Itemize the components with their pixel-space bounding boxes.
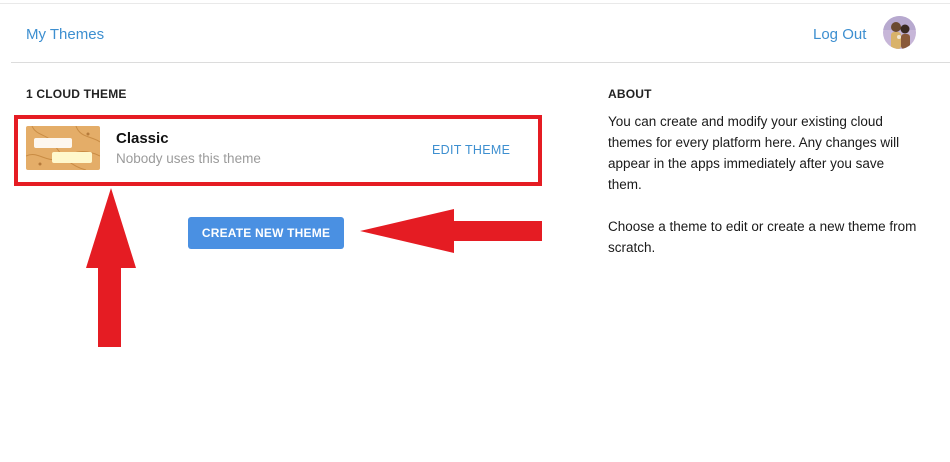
cloud-themes-title: 1 CLOUD THEME: [26, 87, 127, 101]
left-arrow-icon: [360, 209, 542, 253]
create-new-theme-button[interactable]: CREATE NEW THEME: [188, 217, 344, 249]
up-arrow-icon: [86, 188, 136, 347]
page: My Themes Log Out 1 CLOUD THEME ABOUT Cl…: [0, 0, 950, 462]
header: My Themes Log Out: [11, 4, 950, 63]
my-themes-link[interactable]: My Themes: [26, 26, 104, 43]
about-paragraph: Choose a theme to edit or create a new t…: [608, 219, 917, 255]
about-text: You can create and modify your existing …: [608, 111, 918, 258]
logout-link[interactable]: Log Out: [813, 26, 866, 43]
about-title: ABOUT: [608, 87, 652, 101]
avatar[interactable]: [883, 16, 916, 49]
user-avatar-icon: [883, 16, 916, 49]
annotation-highlight-box: [14, 115, 542, 186]
about-paragraph: You can create and modify your existing …: [608, 114, 900, 192]
